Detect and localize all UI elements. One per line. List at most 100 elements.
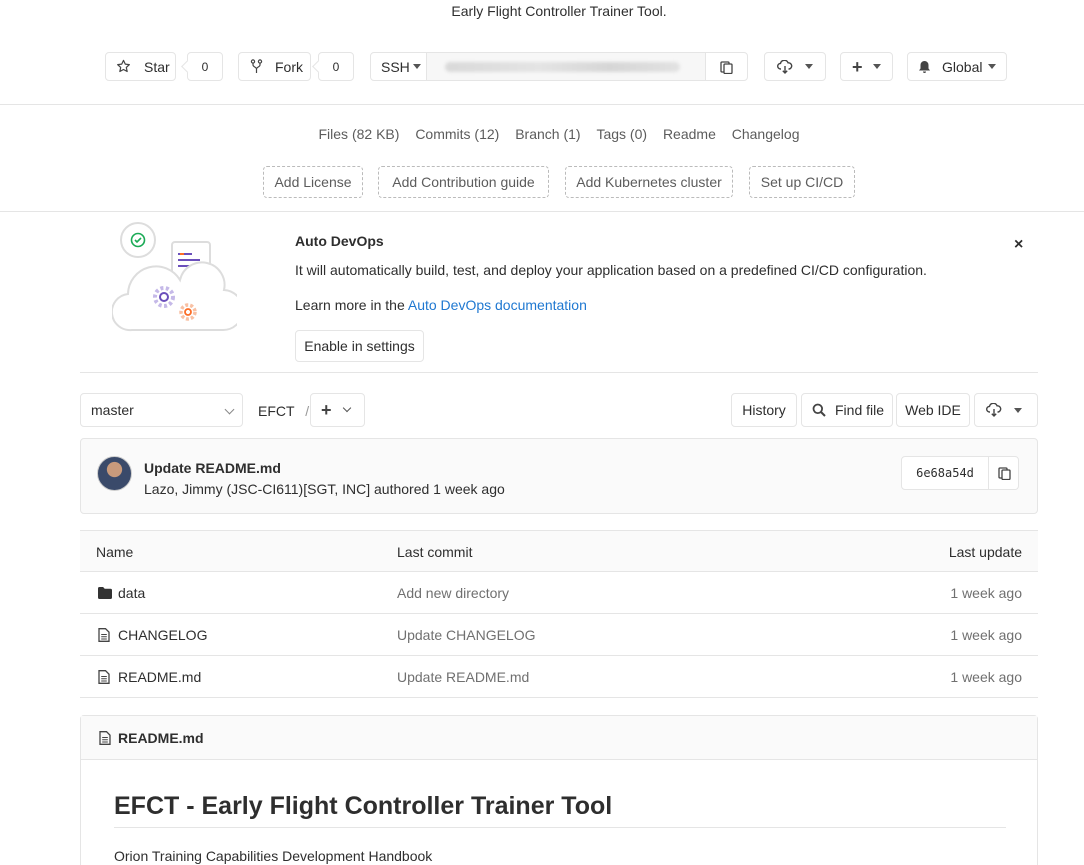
- file-last-update: 1 week ago: [950, 627, 1022, 643]
- file-icon: [98, 656, 110, 698]
- web-ide-button[interactable]: Web IDE: [896, 393, 970, 427]
- fork-count[interactable]: 0: [318, 52, 354, 81]
- stat-tags[interactable]: Tags (0): [596, 126, 647, 142]
- plus-icon: +: [852, 56, 863, 77]
- chevron-down-icon: [872, 64, 881, 69]
- file-last-update: 1 week ago: [950, 669, 1022, 685]
- last-commit-panel: Update README.md Lazo, Jimmy (JSC-CI611)…: [80, 438, 1038, 514]
- file-icon: [99, 730, 111, 745]
- notification-dropdown[interactable]: Global: [907, 52, 1007, 81]
- fork-label: Fork: [275, 58, 303, 75]
- file-table: Name Last commit Last update data Add ne…: [80, 530, 1038, 698]
- chevron-down-icon: [342, 403, 351, 413]
- auto-devops-learn-more: Learn more in the Auto DevOps documentat…: [295, 297, 587, 313]
- branch-name: master: [91, 402, 134, 418]
- learn-more-prefix: Learn more in the: [295, 297, 408, 313]
- clone-protocol-dropdown[interactable]: SSH: [370, 52, 427, 81]
- divider: [114, 827, 1006, 828]
- auto-devops-title: Auto DevOps: [295, 233, 384, 249]
- clone-url-blurred: [445, 61, 680, 72]
- header-name: Name: [96, 544, 134, 560]
- chevron-down-icon: [412, 64, 421, 69]
- stat-files[interactable]: Files (82 KB): [319, 126, 400, 142]
- download-dropdown[interactable]: [764, 52, 826, 81]
- commit-sha[interactable]: 6e68a54d: [902, 457, 989, 489]
- auto-devops-text: It will automatically build, test, and d…: [295, 262, 927, 278]
- stat-changelog[interactable]: Changelog: [732, 126, 800, 142]
- avatar[interactable]: [97, 456, 132, 491]
- stat-branch[interactable]: Branch (1): [515, 126, 580, 142]
- file-icon: [98, 614, 110, 656]
- project-stats: Files (82 KB) Commits (12) Branch (1) Ta…: [0, 126, 1084, 142]
- clone-protocol-label: SSH: [381, 58, 410, 75]
- clipboard-icon: [720, 60, 733, 74]
- fork-icon: [250, 59, 263, 74]
- clone-url-input[interactable]: [426, 52, 706, 81]
- branch-select[interactable]: master: [80, 393, 243, 427]
- table-row[interactable]: README.md Update README.md 1 week ago: [80, 656, 1038, 698]
- enable-in-settings-button[interactable]: Enable in settings: [295, 330, 424, 362]
- bell-icon: [918, 60, 931, 74]
- download-dropdown[interactable]: [974, 393, 1038, 427]
- readme-file-name[interactable]: README.md: [118, 730, 204, 746]
- file-last-update: 1 week ago: [950, 585, 1022, 601]
- notification-label: Global: [942, 58, 983, 75]
- breadcrumb: EFCT /: [258, 403, 309, 419]
- file-name[interactable]: data: [118, 572, 145, 614]
- close-icon[interactable]: ×: [1014, 236, 1023, 254]
- history-label: History: [742, 402, 786, 418]
- divider: [0, 104, 1084, 105]
- file-name[interactable]: README.md: [118, 656, 201, 698]
- star-count[interactable]: 0: [187, 52, 223, 81]
- file-name[interactable]: CHANGELOG: [118, 614, 207, 656]
- commit-title[interactable]: Update README.md: [144, 460, 281, 476]
- divider: [0, 211, 1084, 212]
- fork-button[interactable]: Fork: [238, 52, 311, 81]
- breadcrumb-separator: /: [305, 403, 310, 419]
- add-license-button[interactable]: Add License: [263, 166, 363, 198]
- auto-devops-docs-link[interactable]: Auto DevOps documentation: [408, 297, 587, 313]
- header-last-update: Last update: [948, 544, 1022, 560]
- stat-commits[interactable]: Commits (12): [415, 126, 499, 142]
- add-kubernetes-cluster-button[interactable]: Add Kubernetes cluster: [565, 166, 733, 198]
- chevron-down-icon: [224, 404, 235, 415]
- find-file-button[interactable]: Find file: [801, 393, 893, 427]
- new-item-dropdown[interactable]: +: [840, 52, 893, 81]
- add-to-tree-dropdown[interactable]: +: [310, 393, 365, 427]
- star-button[interactable]: Star: [105, 52, 176, 81]
- header-last-commit: Last commit: [397, 544, 473, 560]
- history-button[interactable]: History: [731, 393, 797, 427]
- chevron-down-icon: [1014, 407, 1022, 413]
- download-icon: [777, 59, 793, 74]
- breadcrumb-root[interactable]: EFCT: [258, 403, 294, 419]
- file-last-commit[interactable]: Add new directory: [397, 572, 509, 614]
- find-file-label: Find file: [835, 402, 885, 418]
- table-row[interactable]: CHANGELOG Update CHANGELOG 1 week ago: [80, 614, 1038, 656]
- readme-first-line: Orion Training Capabilities Development …: [114, 848, 433, 864]
- project-description: Early Flight Controller Trainer Tool.: [451, 3, 667, 19]
- star-icon: [116, 59, 131, 74]
- web-ide-label: Web IDE: [905, 402, 961, 418]
- divider: [80, 372, 1038, 373]
- stat-readme[interactable]: Readme: [663, 126, 716, 142]
- folder-icon: [98, 572, 112, 614]
- auto-devops-illustration: [112, 220, 237, 335]
- file-last-commit[interactable]: Update README.md: [397, 656, 529, 698]
- download-icon: [986, 403, 1002, 417]
- clipboard-icon: [997, 466, 1011, 480]
- table-row[interactable]: data Add new directory 1 week ago: [80, 572, 1038, 614]
- setup-ci-cd-button[interactable]: Set up CI/CD: [749, 166, 855, 198]
- chevron-down-icon: [805, 64, 813, 69]
- star-label: Star: [144, 58, 170, 75]
- copy-url-button[interactable]: [705, 52, 748, 81]
- commit-author-line: Lazo, Jimmy (JSC-CI611)[SGT, INC] author…: [144, 481, 505, 497]
- chevron-down-icon: [988, 64, 997, 69]
- search-icon: [812, 403, 826, 417]
- readme-panel: README.md EFCT - Early Flight Controller…: [80, 715, 1038, 865]
- readme-header: README.md: [81, 716, 1037, 760]
- table-header: Name Last commit Last update: [80, 530, 1038, 572]
- file-last-commit[interactable]: Update CHANGELOG: [397, 614, 536, 656]
- add-contribution-guide-button[interactable]: Add Contribution guide: [378, 166, 549, 198]
- copy-sha-button[interactable]: [989, 457, 1019, 489]
- commit-sha-group: 6e68a54d: [901, 456, 1019, 490]
